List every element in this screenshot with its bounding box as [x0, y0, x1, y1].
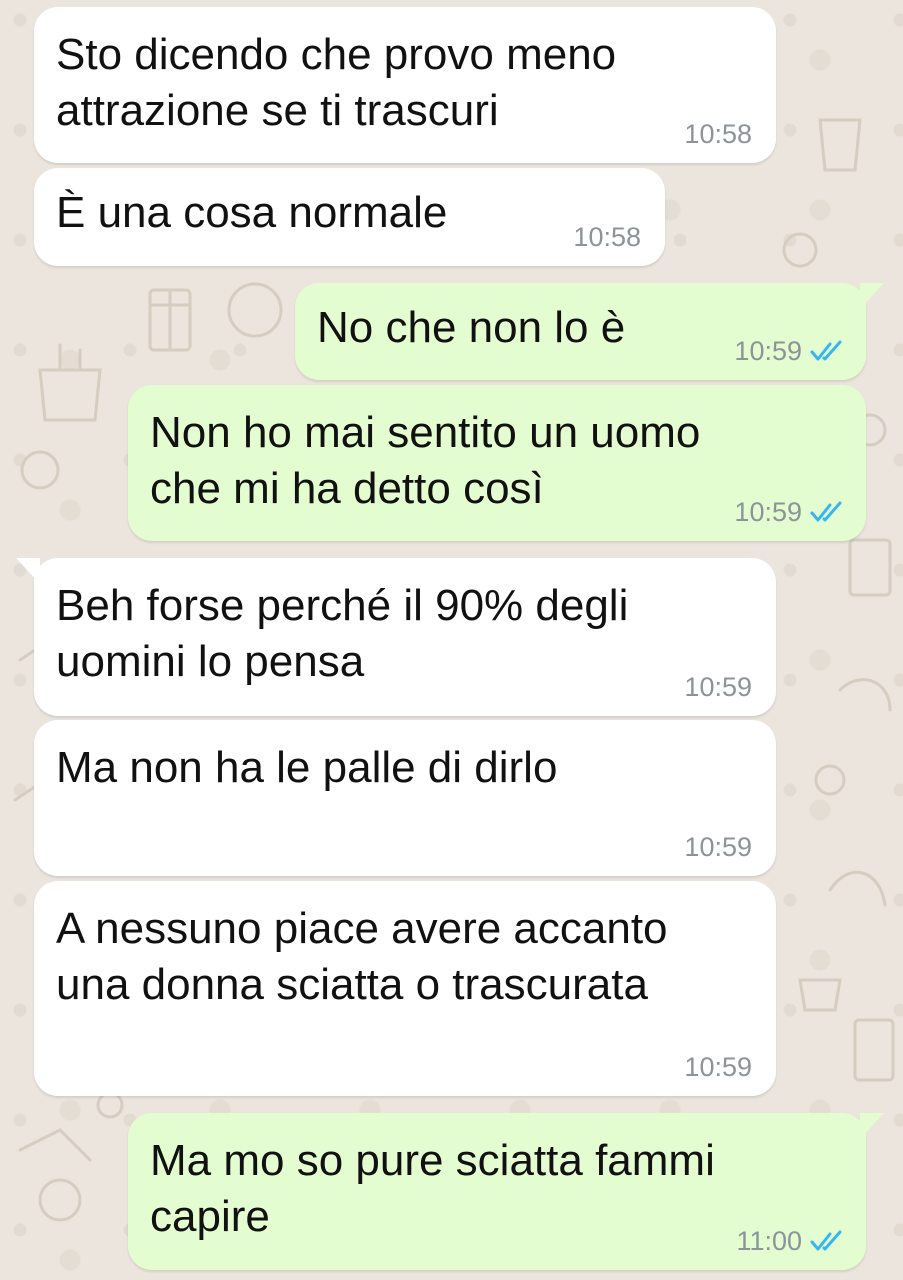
message-bubble-outgoing[interactable]: Non ho mai sentito un uomo che mi ha det… — [128, 385, 866, 541]
message-line: No che non lo è — [317, 303, 626, 352]
message-time: 10:59 — [734, 497, 802, 527]
message-line: Sto dicendo che provo meno — [56, 30, 617, 79]
message-bubble-incoming[interactable]: È una cosa normale 10:58 — [34, 168, 665, 266]
message-time: 10:58 — [573, 222, 641, 252]
message-bubble-incoming[interactable]: Beh forse perché il 90% degli uomini lo … — [16, 558, 776, 716]
message-text: Non ho mai sentito un uomo che mi ha det… — [150, 405, 700, 517]
bubble-tail — [16, 558, 40, 584]
message-line: Beh forse perché il 90% degli — [56, 581, 629, 630]
message-bubble-incoming[interactable]: A nessuno piace avere accanto una donna … — [34, 881, 776, 1096]
message-time: 10:59 — [734, 336, 802, 366]
message-line: A nessuno piace avere accanto — [56, 904, 668, 953]
message-text: È una cosa normale — [56, 185, 447, 241]
message-text: No che non lo è — [317, 300, 625, 356]
message-meta: 10:58 — [684, 119, 752, 149]
message-meta: 11:00 — [736, 1226, 848, 1256]
message-line: È una cosa normale — [56, 188, 448, 237]
message-time: 10:58 — [684, 119, 752, 149]
bubble-tail — [860, 1113, 884, 1139]
message-text: Ma non ha le palle di dirlo — [56, 740, 557, 796]
message-meta: 10:58 — [573, 222, 641, 252]
message-time: 10:59 — [684, 672, 752, 702]
message-bubble-outgoing[interactable]: Ma mo so pure sciatta fammi capire 11:00 — [128, 1113, 884, 1270]
message-time: 10:59 — [684, 832, 752, 862]
message-line: Ma mo so pure sciatta fammi — [150, 1136, 715, 1185]
message-text: Beh forse perché il 90% degli uomini lo … — [56, 578, 628, 690]
message-text: Sto dicendo che provo meno attrazione se… — [56, 27, 616, 139]
message-time: 10:59 — [684, 1052, 752, 1082]
message-line: una donna sciatta o trascurata — [56, 960, 648, 1009]
message-line: Non ho mai sentito un uomo — [150, 408, 701, 457]
message-line: uomini lo pensa — [56, 637, 365, 686]
message-meta: 10:59 — [684, 672, 752, 702]
message-line: attrazione se ti trascuri — [56, 86, 499, 135]
message-bubble-incoming[interactable]: Ma non ha le palle di dirlo 10:59 — [34, 720, 776, 876]
message-meta: 10:59 — [734, 336, 848, 366]
message-line: Ma non ha le palle di dirlo — [56, 743, 558, 792]
read-double-check-icon — [810, 501, 842, 522]
message-bubble-outgoing[interactable]: No che non lo è 10:59 — [295, 283, 884, 380]
message-meta: 10:59 — [684, 1052, 752, 1082]
read-double-check-icon — [810, 1230, 842, 1251]
message-bubble-incoming[interactable]: Sto dicendo che provo meno attrazione se… — [34, 7, 776, 163]
message-text: A nessuno piace avere accanto una donna … — [56, 901, 668, 1013]
read-double-check-icon — [810, 340, 842, 361]
bubble-tail — [860, 283, 884, 309]
message-meta: 10:59 — [684, 832, 752, 862]
message-line: che mi ha detto così — [150, 464, 544, 513]
message-meta: 10:59 — [734, 497, 848, 527]
message-text: Ma mo so pure sciatta fammi capire — [150, 1133, 715, 1245]
message-time: 11:00 — [736, 1226, 802, 1256]
message-line: capire — [150, 1192, 270, 1241]
